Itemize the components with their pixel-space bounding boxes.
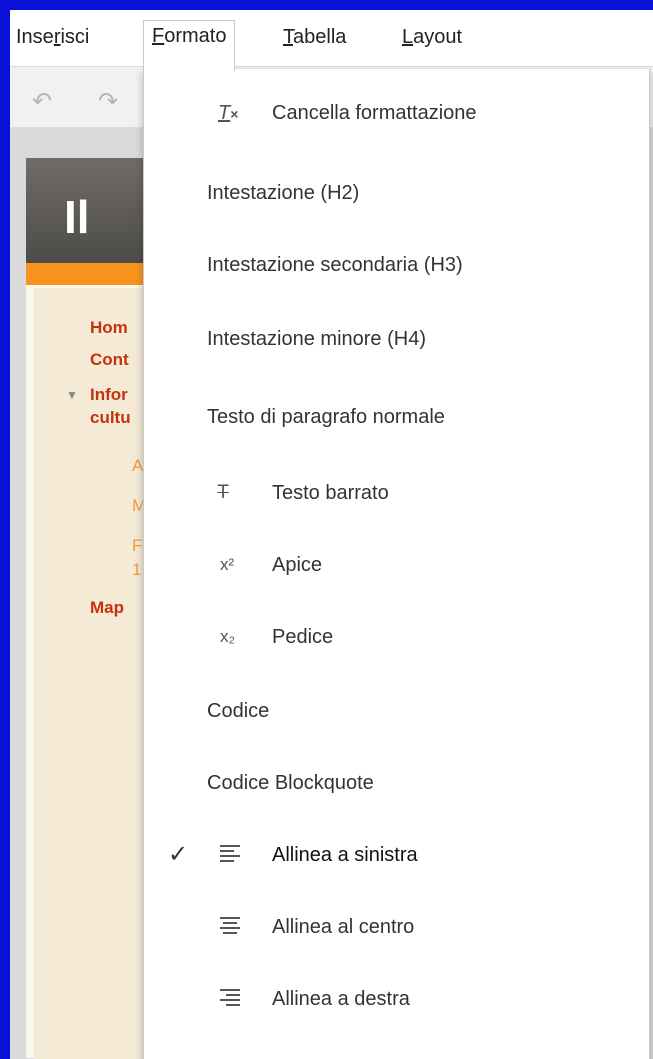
redo-icon[interactable]: ↷ [98, 87, 118, 116]
expand-triangle-icon[interactable]: ▼ [66, 388, 78, 402]
menu-item-heading-h3[interactable]: Intestazione secondaria (H3) [144, 233, 649, 297]
sidebar-link-home[interactable]: Hom [90, 318, 128, 338]
menu-item-heading-h2[interactable]: Intestazione (H2) [144, 161, 649, 225]
sidebar-link-info-line2: cultu [90, 408, 131, 427]
menu-item-align-left[interactable]: ✓ Allinea a sinistra [144, 823, 649, 887]
menu-item-normal-paragraph[interactable]: Testo di paragrafo normale [144, 385, 649, 449]
superscript-icon: x² [220, 555, 235, 574]
menu-item-clear-formatting[interactable]: T× Cancella formattazione [144, 81, 649, 145]
undo-icon[interactable]: ↶ [32, 87, 52, 116]
align-left-icon [220, 845, 240, 865]
menu-item-code-blockquote[interactable]: Codice Blockquote [144, 751, 649, 815]
sidebar-subitem-line2: 1 [132, 560, 142, 579]
checkmark-icon: ✓ [168, 841, 189, 868]
align-right-icon [220, 989, 240, 1009]
editor-window: Inserisci Formato Tabella Layout ↶ ↷ Il … [10, 10, 653, 1059]
site-title: Il [64, 191, 90, 243]
menu-item-align-center[interactable]: Allinea al centro [144, 895, 649, 959]
menu-insert[interactable]: Inserisci [16, 22, 89, 52]
menu-item-subscript[interactable]: x₂ Pedice [144, 605, 649, 669]
clear-format-icon: T× [218, 102, 239, 124]
sidebar-link-info[interactable]: Infor [90, 385, 128, 405]
menu-item-heading-h4[interactable]: Intestazione minore (H4) [144, 307, 649, 371]
menubar: Inserisci Formato Tabella Layout [10, 10, 653, 71]
sidebar-link-map[interactable]: Map [90, 598, 124, 618]
format-dropdown: T× Cancella formattazione Intestazione (… [143, 69, 650, 1059]
strikethrough-icon: T [217, 482, 229, 503]
align-center-icon [220, 917, 240, 937]
menu-item-strikethrough[interactable]: T Testo barrato [144, 461, 649, 525]
subscript-icon: x₂ [220, 627, 236, 646]
menu-item-code[interactable]: Codice [144, 679, 649, 743]
sidebar-subitem[interactable]: A [132, 456, 143, 476]
sidebar-link-contacts[interactable]: Cont [90, 350, 129, 370]
menu-layout[interactable]: Layout [402, 22, 462, 52]
menu-item-superscript[interactable]: x² Apice [144, 533, 649, 597]
menu-table[interactable]: Tabella [283, 22, 346, 52]
sidebar-subitem[interactable]: F [132, 536, 142, 556]
menu-format[interactable]: Formato [143, 20, 236, 71]
menu-item-align-right[interactable]: Allinea a destra [144, 967, 649, 1031]
